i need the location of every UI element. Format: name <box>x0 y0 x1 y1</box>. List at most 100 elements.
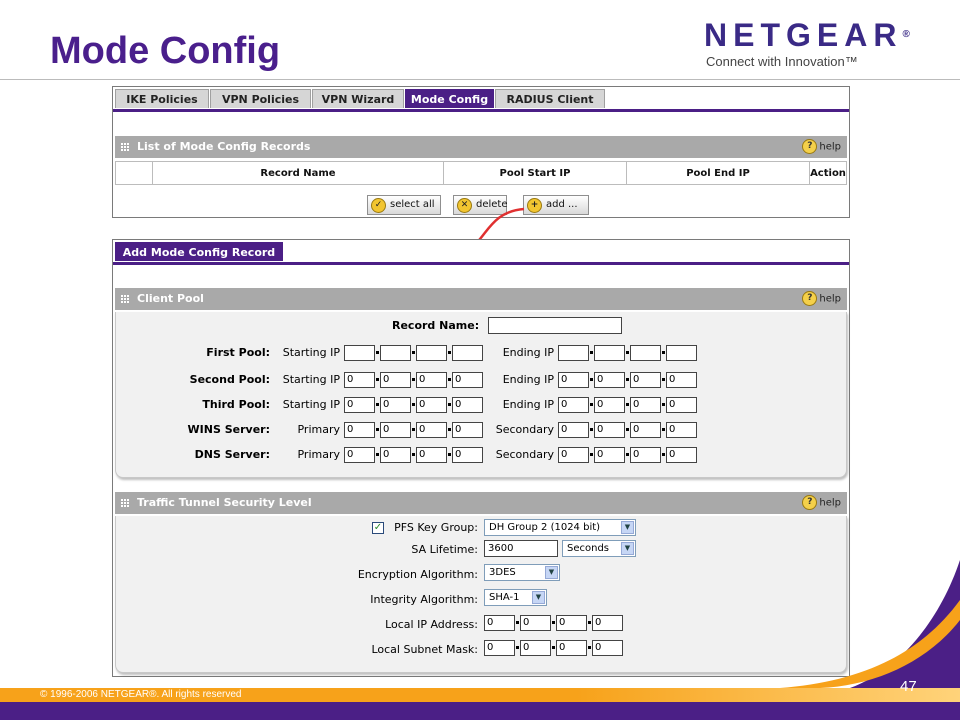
first-pool-left-octet-1[interactable] <box>344 345 375 361</box>
local-mask-octet-1[interactable]: 0 <box>484 640 515 656</box>
first-pool-left-octet-4[interactable] <box>452 345 483 361</box>
list-records-title: List of Mode Config Records <box>137 140 311 153</box>
ip-dot-separator <box>662 378 665 381</box>
add-button[interactable]: + add ... <box>523 195 589 215</box>
tab-vpn-wizard[interactable]: VPN Wizard <box>312 89 404 108</box>
third-pool-left-octet-1[interactable]: 0 <box>344 397 375 413</box>
help-link[interactable]: ? help <box>802 291 841 307</box>
wins-server-right-octet-1[interactable]: 0 <box>558 422 589 438</box>
dns-server-left-label: Primary <box>297 448 340 461</box>
title-divider <box>0 79 960 80</box>
ip-dot-separator <box>626 428 629 431</box>
third-pool-left-octet-3[interactable]: 0 <box>416 397 447 413</box>
ip-dot-separator <box>590 378 593 381</box>
wins-server-left-octet-1[interactable]: 0 <box>344 422 375 438</box>
grip-icon <box>121 143 129 151</box>
ip-dot-separator <box>376 351 379 354</box>
tab-vpn-policies[interactable]: VPN Policies <box>210 89 311 108</box>
wins-server-left-octet-3[interactable]: 0 <box>416 422 447 438</box>
local-ip-octet-3[interactable]: 0 <box>556 615 587 631</box>
ip-dot-separator <box>626 453 629 456</box>
dns-server-left-octet-1[interactable]: 0 <box>344 447 375 463</box>
chevron-down-icon: ▼ <box>621 521 634 534</box>
record-name-input[interactable] <box>488 317 622 334</box>
dns-server-right-octet-3[interactable]: 0 <box>630 447 661 463</box>
wins-server-right-octet-4[interactable]: 0 <box>666 422 697 438</box>
third-pool-right-octet-4[interactable]: 0 <box>666 397 697 413</box>
first-pool-right-octet-2[interactable] <box>594 345 625 361</box>
local-mask-octet-3[interactable]: 0 <box>556 640 587 656</box>
dns-server-right-octet-4[interactable]: 0 <box>666 447 697 463</box>
tab-radius-client[interactable]: RADIUS Client <box>495 89 605 108</box>
second-pool-right-octet-1[interactable]: 0 <box>558 372 589 388</box>
wins-server-left-octet-4[interactable]: 0 <box>452 422 483 438</box>
ip-dot-separator <box>662 428 665 431</box>
local-ip-octet-2[interactable]: 0 <box>520 615 551 631</box>
second-pool-left-octet-2[interactable]: 0 <box>380 372 411 388</box>
wins-server-right-octet-2[interactable]: 0 <box>594 422 625 438</box>
help-label: help <box>819 141 841 153</box>
third-pool-right-octet-1[interactable]: 0 <box>558 397 589 413</box>
column-header-select <box>115 161 153 185</box>
select-all-button[interactable]: ✓ select all <box>367 195 441 215</box>
integrity-algorithm-value: SHA-1 <box>489 592 520 603</box>
pool-row-second-pool: Second Pool: Starting IP 0 0 0 0 Ending IP 0 0 0 0 <box>116 372 846 388</box>
dns-server-right-octet-1[interactable]: 0 <box>558 447 589 463</box>
mode-config-list-window: IKE Policies VPN Policies VPN Wizard Mod… <box>112 86 850 218</box>
local-ip-octet-4[interactable]: 0 <box>592 615 623 631</box>
integrity-algorithm-select[interactable]: SHA-1 ▼ <box>484 589 547 606</box>
help-link[interactable]: ? help <box>802 495 841 511</box>
first-pool-right-octet-1[interactable] <box>558 345 589 361</box>
third-pool-left-octet-4[interactable]: 0 <box>452 397 483 413</box>
first-pool-left-octet-3[interactable] <box>416 345 447 361</box>
chevron-down-icon: ▼ <box>532 591 545 604</box>
column-header-pool-end-ip: Pool End IP <box>626 161 810 185</box>
ip-dot-separator <box>412 453 415 456</box>
ip-dot-separator <box>516 646 519 649</box>
second-pool-right-octet-2[interactable]: 0 <box>594 372 625 388</box>
third-pool-label: Third Pool: <box>202 398 270 411</box>
second-pool-left-octet-1[interactable]: 0 <box>344 372 375 388</box>
tab-mode-config[interactable]: Mode Config <box>405 89 494 108</box>
tab-ike-policies[interactable]: IKE Policies <box>115 89 209 108</box>
local-ip-octet-1[interactable]: 0 <box>484 615 515 631</box>
third-pool-right-octet-2[interactable]: 0 <box>594 397 625 413</box>
dns-server-left-octet-3[interactable]: 0 <box>416 447 447 463</box>
first-pool-left-octet-2[interactable] <box>380 345 411 361</box>
dns-server-right-octet-2[interactable]: 0 <box>594 447 625 463</box>
first-pool-right-octet-3[interactable] <box>630 345 661 361</box>
sa-lifetime-input[interactable]: 3600 <box>484 540 558 557</box>
ip-dot-separator <box>448 403 451 406</box>
third-pool-right-octet-3[interactable]: 0 <box>630 397 661 413</box>
help-icon: ? <box>802 291 818 306</box>
add-tab-underline <box>113 262 849 265</box>
third-pool-left-octet-2[interactable]: 0 <box>380 397 411 413</box>
tab-add-mode-config-record[interactable]: Add Mode Config Record <box>115 242 283 261</box>
pfs-key-group-select[interactable]: DH Group 2 (1024 bit) ▼ <box>484 519 636 536</box>
wins-server-right-octet-3[interactable]: 0 <box>630 422 661 438</box>
ip-dot-separator <box>516 621 519 624</box>
column-header-pool-start-ip: Pool Start IP <box>443 161 627 185</box>
dns-server-left-octet-4[interactable]: 0 <box>452 447 483 463</box>
wins-server-left-octet-2[interactable]: 0 <box>380 422 411 438</box>
table-header-row: Record Name Pool Start IP Pool End IP Ac… <box>115 161 847 185</box>
second-pool-right-octet-4[interactable]: 0 <box>666 372 697 388</box>
encryption-algorithm-select[interactable]: 3DES ▼ <box>484 564 560 581</box>
second-pool-left-label: Starting IP <box>282 373 340 386</box>
column-header-record-name: Record Name <box>152 161 444 185</box>
logo-registered-mark: ® <box>902 29 910 40</box>
first-pool-right-octet-4[interactable] <box>666 345 697 361</box>
dns-server-label: DNS Server: <box>194 448 270 461</box>
help-link[interactable]: ? help <box>802 139 841 155</box>
dns-server-left-octet-2[interactable]: 0 <box>380 447 411 463</box>
second-pool-left-octet-4[interactable]: 0 <box>452 372 483 388</box>
local-mask-octet-4[interactable]: 0 <box>592 640 623 656</box>
copyright-text: © 1996-2006 NETGEAR®. All rights reserve… <box>40 689 242 700</box>
local-mask-octet-2[interactable]: 0 <box>520 640 551 656</box>
sa-lifetime-label: SA Lifetime: <box>411 543 478 556</box>
first-pool-label: First Pool: <box>206 346 270 359</box>
pool-row-first-pool: First Pool: Starting IP Ending IP <box>116 345 846 361</box>
sa-lifetime-unit-select[interactable]: Seconds ▼ <box>562 540 636 557</box>
second-pool-right-octet-3[interactable]: 0 <box>630 372 661 388</box>
second-pool-left-octet-3[interactable]: 0 <box>416 372 447 388</box>
